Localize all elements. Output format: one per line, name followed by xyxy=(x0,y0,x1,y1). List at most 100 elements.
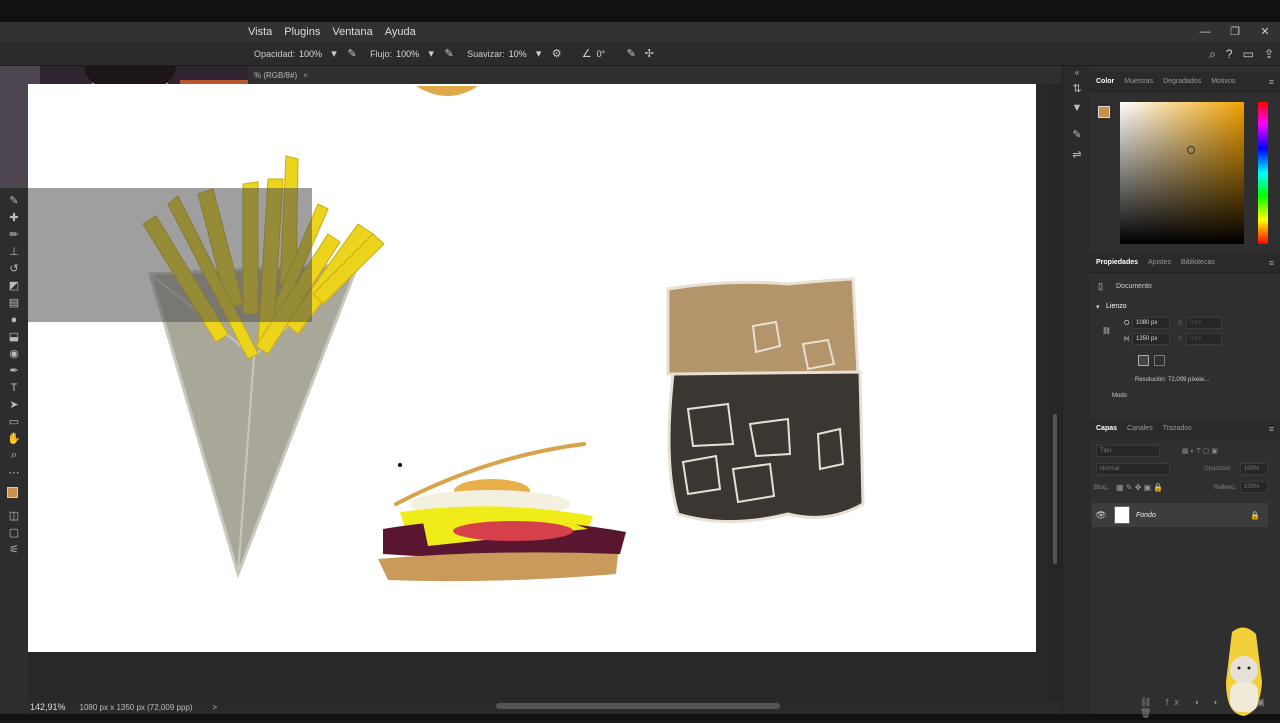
angle-value[interactable]: 0° xyxy=(597,49,606,59)
help-icon[interactable]: ? xyxy=(1226,47,1233,61)
pen-icon[interactable]: ✒ xyxy=(5,362,23,379)
resolution-text: Resolución: 72,009 píxele... xyxy=(1135,377,1210,383)
layer-opacity-field[interactable]: 100% xyxy=(1240,463,1268,475)
tab-propiedades[interactable]: Propiedades xyxy=(1096,259,1138,266)
close-button[interactable]: ✕ xyxy=(1250,22,1280,42)
horizontal-scroll-thumb[interactable] xyxy=(496,703,780,709)
history-brush-icon[interactable]: ↺ xyxy=(5,260,23,277)
y-field[interactable]: 0 px xyxy=(1186,333,1222,345)
tab-trazados[interactable]: Trazados xyxy=(1163,425,1192,432)
layer-row[interactable]: 👁 Fondo 🔒 xyxy=(1092,503,1268,527)
tab-motivos[interactable]: Motivos xyxy=(1211,78,1235,85)
maximize-button[interactable]: ❐ xyxy=(1220,22,1250,42)
screen-mode-icon[interactable]: ▢ xyxy=(5,524,23,541)
workspace-icon[interactable]: ▭ xyxy=(1243,47,1254,61)
airbrush-icon[interactable]: ✎ xyxy=(443,48,455,60)
tab-capas[interactable]: Capas xyxy=(1096,425,1117,432)
link-icon[interactable]: ⛓ xyxy=(1102,327,1111,335)
panel-icon-column: « ⇅ ▼ ✎ ⇌ xyxy=(1062,66,1090,714)
width-field[interactable]: 1080 px xyxy=(1132,317,1170,329)
document-tab-title[interactable]: % (RGB/8#) xyxy=(254,71,297,80)
layer-filter-icons[interactable]: ▦ ◐ T ▢ ▣ xyxy=(1182,447,1218,455)
window-controls: — ❐ ✕ xyxy=(1190,22,1280,42)
bucket-icon[interactable]: ⬓ xyxy=(5,328,23,345)
foreground-color-swatch[interactable] xyxy=(1098,106,1110,118)
blur-icon[interactable]: ● xyxy=(5,311,23,328)
layer-search-input[interactable]: Tipo xyxy=(1096,445,1160,457)
collapse-icon[interactable]: « xyxy=(1063,66,1091,78)
eye-icon[interactable]: 👁 xyxy=(1092,510,1110,521)
stamp-icon[interactable]: ⊥ xyxy=(5,243,23,260)
x-label: X xyxy=(1178,320,1183,327)
color-cursor[interactable] xyxy=(1187,146,1195,154)
close-icon[interactable]: × xyxy=(303,71,308,80)
chevron-down-icon[interactable]: ▾ xyxy=(425,48,437,60)
tab-bibliotecas[interactable]: Bibliotecas xyxy=(1181,259,1215,266)
color-swatches[interactable] xyxy=(5,485,23,503)
chevron-down-icon[interactable]: ▾ xyxy=(328,48,340,60)
chevron-down-icon[interactable]: ▾ xyxy=(1096,303,1100,311)
height-field[interactable]: 1350 px xyxy=(1132,333,1170,345)
lock-label: Bloq.: xyxy=(1094,485,1110,491)
hand-icon[interactable]: ✋ xyxy=(5,430,23,447)
rectangle-icon[interactable]: ▭ xyxy=(5,413,23,430)
opacity-value[interactable]: 100% xyxy=(299,49,322,59)
gradient-icon[interactable]: ▤ xyxy=(5,294,23,311)
smoothing-value[interactable]: 10% xyxy=(509,49,527,59)
section-lienzo[interactable]: Lienzo xyxy=(1106,303,1127,310)
eyedropper-icon[interactable]: ✎ xyxy=(5,192,23,209)
color-picker-field[interactable] xyxy=(1120,102,1244,244)
landscape-orientation-button[interactable] xyxy=(1154,355,1165,366)
blend-mode-select[interactable]: Normal xyxy=(1096,463,1170,475)
edit-toolbar-icon[interactable]: ⚟ xyxy=(5,541,23,558)
tab-muestras[interactable]: Muestras xyxy=(1124,78,1153,85)
quick-mask-icon[interactable]: ◫ xyxy=(5,507,23,524)
gear-icon[interactable]: ⚙ xyxy=(551,48,563,60)
chevron-down-icon[interactable]: ▾ xyxy=(533,48,545,60)
x-field[interactable]: 0 px xyxy=(1186,317,1222,329)
lock-icons[interactable]: ▦ ✎ ✥ ▣ 🔒 xyxy=(1116,483,1163,492)
fill-field[interactable]: 100% xyxy=(1240,481,1268,493)
zoom-level[interactable]: 142,91% xyxy=(30,702,66,712)
minimize-button[interactable]: — xyxy=(1190,22,1220,42)
flow-value[interactable]: 100% xyxy=(396,49,419,59)
healing-brush-icon[interactable]: ✚ xyxy=(5,209,23,226)
properties-panel: Propiedades Ajustes Bibliotecas ≡ ▯ Docu… xyxy=(1090,253,1280,419)
menu-item-ayuda[interactable]: Ayuda xyxy=(385,26,416,38)
search-icon[interactable]: ⌕ xyxy=(1209,47,1216,62)
pressure-size-icon[interactable]: ✎ xyxy=(625,48,637,60)
dodge-icon[interactable]: ◉ xyxy=(5,345,23,362)
eraser-icon[interactable]: ◩ xyxy=(5,277,23,294)
canvas[interactable] xyxy=(28,84,1036,652)
panel-menu-icon[interactable]: ≡ xyxy=(1269,258,1274,268)
menu-item-ventana[interactable]: Ventana xyxy=(332,26,372,38)
menu-item-plugins[interactable]: Plugins xyxy=(284,26,320,38)
tab-color[interactable]: Color xyxy=(1096,78,1114,85)
symmetry-icon[interactable]: ✢ xyxy=(643,48,655,60)
brushes-icon[interactable]: ✎ xyxy=(1063,124,1091,144)
panel-menu-icon[interactable]: ≡ xyxy=(1269,77,1274,87)
history-icon[interactable]: ⇅ xyxy=(1063,78,1091,98)
adjustments-icon[interactable]: ⇌ xyxy=(1063,144,1091,164)
tab-canales[interactable]: Canales xyxy=(1127,425,1153,432)
tab-degradados[interactable]: Degradados xyxy=(1163,78,1201,85)
more-tools-icon[interactable]: ⋯ xyxy=(5,464,23,481)
vertical-scrollbar[interactable] xyxy=(1048,84,1062,700)
brush-icon[interactable]: ✏ xyxy=(5,226,23,243)
hue-slider[interactable] xyxy=(1258,102,1268,244)
lock-icon[interactable]: 🔒 xyxy=(1250,511,1260,520)
share-icon[interactable]: ⇪ xyxy=(1264,47,1274,61)
status-arrow[interactable]: > xyxy=(213,703,218,712)
pressure-opacity-icon[interactable]: ✎ xyxy=(346,48,358,60)
type-icon[interactable]: T xyxy=(5,379,23,396)
tab-ajustes[interactable]: Ajustes xyxy=(1148,259,1171,266)
scroll-thumb[interactable] xyxy=(1053,414,1057,564)
portrait-orientation-button[interactable] xyxy=(1138,355,1149,366)
layer-name[interactable]: Fondo xyxy=(1136,512,1156,519)
comments-icon[interactable]: ▼ xyxy=(1063,98,1091,118)
menu-item-vista[interactable]: Vista xyxy=(248,26,272,38)
path-select-icon[interactable]: ➤ xyxy=(5,396,23,413)
panel-menu-icon[interactable]: ≡ xyxy=(1269,424,1274,434)
foreground-color-swatch[interactable] xyxy=(7,487,18,498)
zoom-icon[interactable]: ⌕ xyxy=(5,447,23,464)
